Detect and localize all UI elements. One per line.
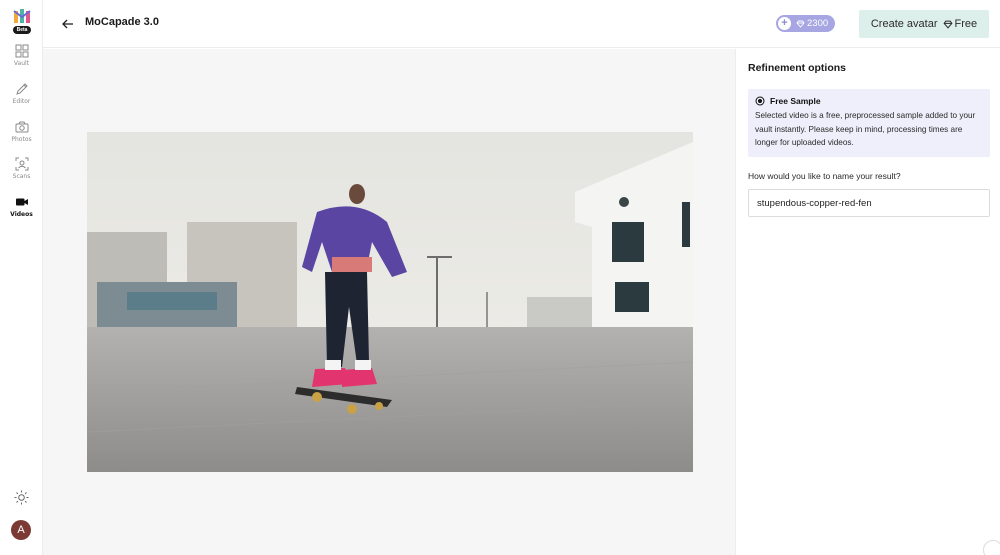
free-label: Free bbox=[954, 18, 978, 30]
top-header: MoCapade 3.0 + 2300 Create avatar Free bbox=[43, 0, 1000, 48]
credits-value: 2300 bbox=[807, 18, 829, 29]
beta-badge: Beta bbox=[16, 27, 28, 33]
panel-title: Refinement options bbox=[748, 62, 847, 74]
scan-icon bbox=[15, 157, 28, 171]
sidebar-item-scans[interactable]: Scans bbox=[0, 157, 43, 180]
name-field-label: How would you like to name your result? bbox=[748, 171, 901, 181]
pencil-icon bbox=[15, 83, 28, 95]
sidebar-item-videos[interactable]: Videos bbox=[0, 195, 43, 218]
sidebar-item-label: Editor bbox=[12, 98, 31, 105]
video-icon bbox=[15, 198, 28, 206]
preview-area bbox=[43, 49, 735, 555]
sidebar-item-label: Scans bbox=[12, 173, 31, 180]
plus-icon: + bbox=[778, 17, 791, 30]
diamond-icon bbox=[942, 20, 953, 29]
app-logo[interactable]: Beta bbox=[11, 7, 33, 35]
grid-icon bbox=[15, 44, 28, 58]
refinement-panel: Refinement options Free Sample Selected … bbox=[735, 49, 1000, 555]
sidebar-item-photos[interactable]: Photos bbox=[0, 120, 43, 143]
camera-icon bbox=[15, 121, 28, 133]
create-avatar-label: Create avatar bbox=[870, 18, 938, 30]
radio-selected-icon bbox=[755, 96, 765, 106]
info-text: Selected video is a free, preprocessed s… bbox=[755, 111, 976, 147]
diamond-icon bbox=[796, 20, 805, 28]
theme-toggle-button[interactable] bbox=[14, 490, 29, 505]
sidebar-item-label: Videos bbox=[10, 211, 33, 218]
credits-badge[interactable]: + 2300 bbox=[776, 15, 836, 32]
sidebar-item-label: Vault bbox=[13, 60, 30, 67]
arrow-left-icon bbox=[62, 19, 73, 29]
back-button[interactable] bbox=[59, 15, 77, 33]
create-avatar-button[interactable]: Create avatar Free bbox=[859, 10, 989, 38]
free-sample-info: Free Sample Selected video is a free, pr… bbox=[748, 89, 990, 157]
video-preview[interactable] bbox=[87, 132, 693, 472]
user-avatar[interactable]: A bbox=[11, 520, 31, 540]
info-title: Free Sample bbox=[770, 96, 821, 106]
result-name-input[interactable] bbox=[748, 189, 990, 217]
sidebar: Beta Vault Editor Photos Scans Videos A bbox=[0, 0, 43, 555]
sidebar-item-vault[interactable]: Vault bbox=[0, 44, 43, 67]
sun-icon bbox=[14, 490, 29, 505]
page-title: MoCapade 3.0 bbox=[85, 16, 159, 28]
skateboarder-scene-image bbox=[87, 132, 693, 472]
scroll-corner bbox=[983, 540, 1000, 555]
sidebar-item-editor[interactable]: Editor bbox=[0, 82, 43, 105]
sidebar-item-label: Photos bbox=[11, 136, 32, 143]
